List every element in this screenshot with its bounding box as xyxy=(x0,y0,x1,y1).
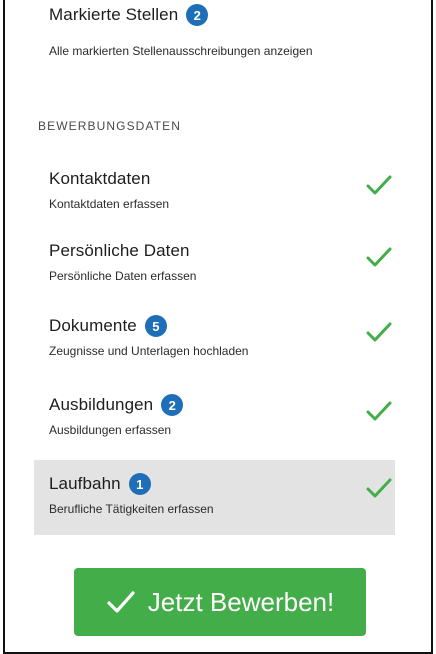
apply-now-label: Jetzt Bewerben! xyxy=(147,586,335,617)
step-title: Dokumente xyxy=(49,316,137,335)
checkmark-icon xyxy=(366,478,392,498)
step-description: Berufliche Tätigkeiten erfassen xyxy=(49,502,214,516)
step-description: Ausbildungen erfassen xyxy=(49,423,172,437)
section-header-application-data: BEWERBUNGSDATEN xyxy=(38,119,181,133)
step-title-row: Laufbahn 1 xyxy=(49,470,395,498)
step-title: Persönliche Daten xyxy=(49,241,190,260)
saved-jobs-item[interactable]: Markierte Stellen 2 Alle markierten Stel… xyxy=(49,0,411,64)
step-description: Kontaktdaten erfassen xyxy=(49,197,170,211)
step-count-badge: 2 xyxy=(161,394,184,416)
step-dokumente[interactable]: Dokumente 5 Zeugnisse und Unterlagen hoc… xyxy=(34,312,395,364)
step-persoenliche-daten[interactable]: Persönliche Daten Persönliche Daten erfa… xyxy=(34,237,395,289)
saved-jobs-title[interactable]: Markierte Stellen xyxy=(49,5,178,25)
saved-jobs-count-badge: 2 xyxy=(186,4,209,26)
checkmark-icon xyxy=(366,175,392,195)
step-count-badge: 1 xyxy=(128,473,151,495)
step-title-row: Persönliche Daten xyxy=(49,237,395,265)
step-ausbildungen[interactable]: Ausbildungen 2 Ausbildungen erfassen xyxy=(34,391,395,443)
step-title: Ausbildungen xyxy=(49,395,154,414)
step-laufbahn[interactable]: Laufbahn 1 Berufliche Tätigkeiten erfass… xyxy=(34,460,395,535)
step-kontaktdaten[interactable]: Kontaktdaten Kontaktdaten erfassen xyxy=(34,165,395,217)
step-title-row: Kontaktdaten xyxy=(49,165,395,193)
saved-jobs-title-row: Markierte Stellen 2 xyxy=(49,0,411,30)
checkmark-icon xyxy=(366,247,392,267)
step-title-row: Ausbildungen 2 xyxy=(49,391,395,419)
checkmark-icon xyxy=(366,322,392,342)
checkmark-icon xyxy=(366,401,392,421)
step-description: Zeugnisse und Unterlagen hochladen xyxy=(49,344,249,358)
step-title-row: Dokumente 5 xyxy=(49,312,395,340)
step-title: Laufbahn xyxy=(49,474,121,493)
saved-jobs-description: Alle markierten Stellenausschreibungen a… xyxy=(49,44,313,58)
application-sidebar: Markierte Stellen 2 Alle markierten Stel… xyxy=(3,0,433,654)
apply-now-button[interactable]: Jetzt Bewerben! xyxy=(74,568,366,636)
step-title: Kontaktdaten xyxy=(49,169,151,188)
step-description: Persönliche Daten erfassen xyxy=(49,269,197,283)
checkmark-icon xyxy=(107,591,135,613)
step-count-badge: 5 xyxy=(144,315,167,337)
